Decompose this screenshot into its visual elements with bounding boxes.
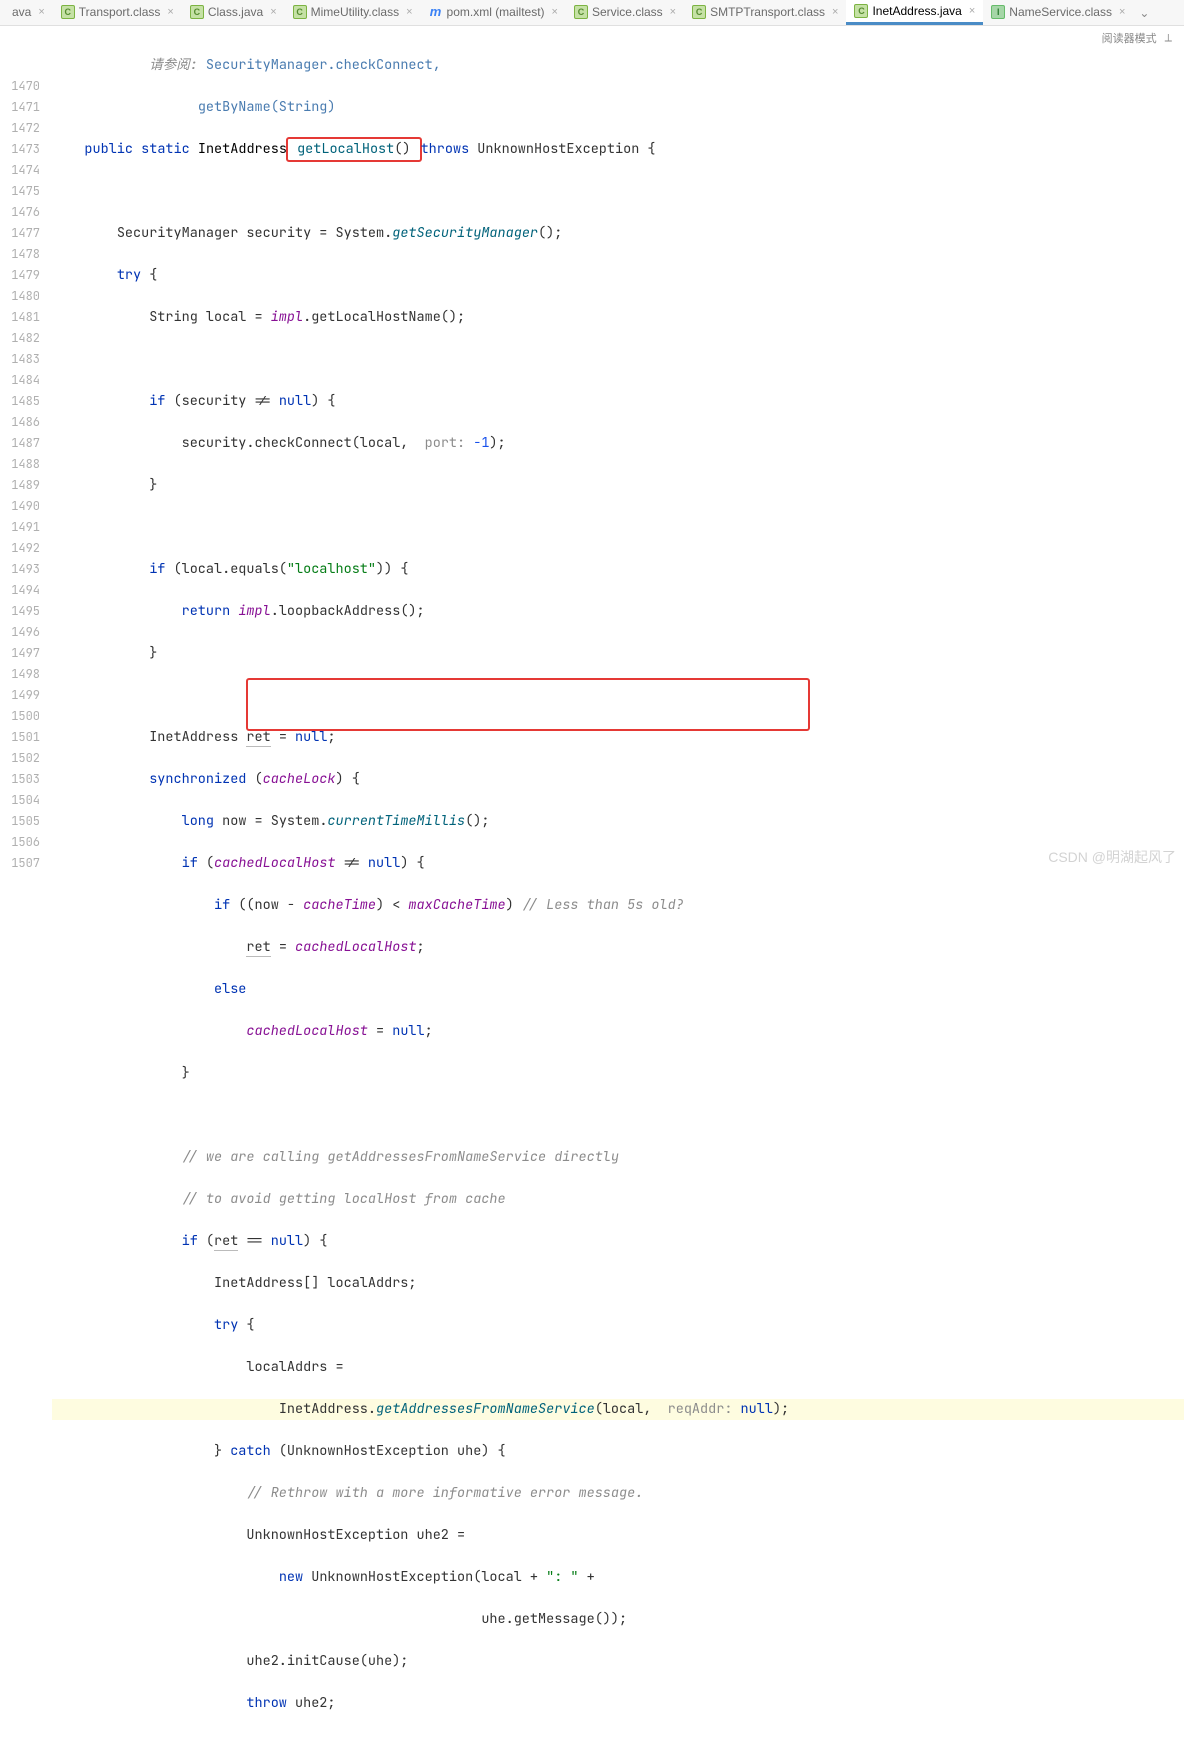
tabs-overflow-icon[interactable]: ⌄ — [1133, 6, 1155, 20]
tab-smtptransport[interactable]: CSMTPTransport.class× — [684, 0, 846, 25]
class-icon: C — [293, 5, 307, 19]
tab-nameservice[interactable]: INameService.class× — [983, 0, 1133, 25]
code-area[interactable]: 请参阅: SecurityManager.checkConnect, getBy… — [52, 26, 1184, 1750]
line-number-gutter: 1470147114721473147414751476147714781479… — [0, 26, 52, 1750]
class-icon: C — [190, 5, 204, 19]
tab-transport[interactable]: CTransport.class× — [53, 0, 182, 25]
code-editor[interactable]: 1470147114721473147414751476147714781479… — [0, 26, 1184, 1750]
tab-inetaddress[interactable]: CInetAddress.java× — [846, 0, 983, 25]
maven-icon: m — [429, 5, 443, 19]
highlight-box — [246, 678, 810, 731]
close-icon[interactable]: × — [38, 6, 44, 18]
close-icon[interactable]: × — [969, 5, 975, 17]
tab-class-java[interactable]: CClass.java× — [182, 0, 285, 25]
tab-bar: ava× CTransport.class× CClass.java× CMim… — [0, 0, 1184, 26]
tab-service[interactable]: CService.class× — [566, 0, 684, 25]
tab-mimeutility[interactable]: CMimeUtility.class× — [285, 0, 421, 25]
tab-ava[interactable]: ava× — [4, 0, 53, 25]
close-icon[interactable]: × — [270, 6, 276, 18]
close-icon[interactable]: × — [832, 6, 838, 18]
tab-pom[interactable]: mpom.xml (mailtest)× — [421, 0, 566, 25]
class-icon: C — [61, 5, 75, 19]
close-icon[interactable]: × — [552, 6, 558, 18]
close-icon[interactable]: × — [167, 6, 173, 18]
close-icon[interactable]: × — [406, 6, 412, 18]
doc-link[interactable]: getByName(String) — [198, 98, 336, 116]
class-icon: C — [692, 5, 706, 19]
close-icon[interactable]: × — [1119, 6, 1125, 18]
class-icon: C — [854, 4, 868, 18]
interface-icon: I — [991, 5, 1005, 19]
class-icon: C — [574, 5, 588, 19]
close-icon[interactable]: × — [670, 6, 676, 18]
doc-link[interactable]: SecurityManager.checkConnect — [206, 56, 433, 74]
